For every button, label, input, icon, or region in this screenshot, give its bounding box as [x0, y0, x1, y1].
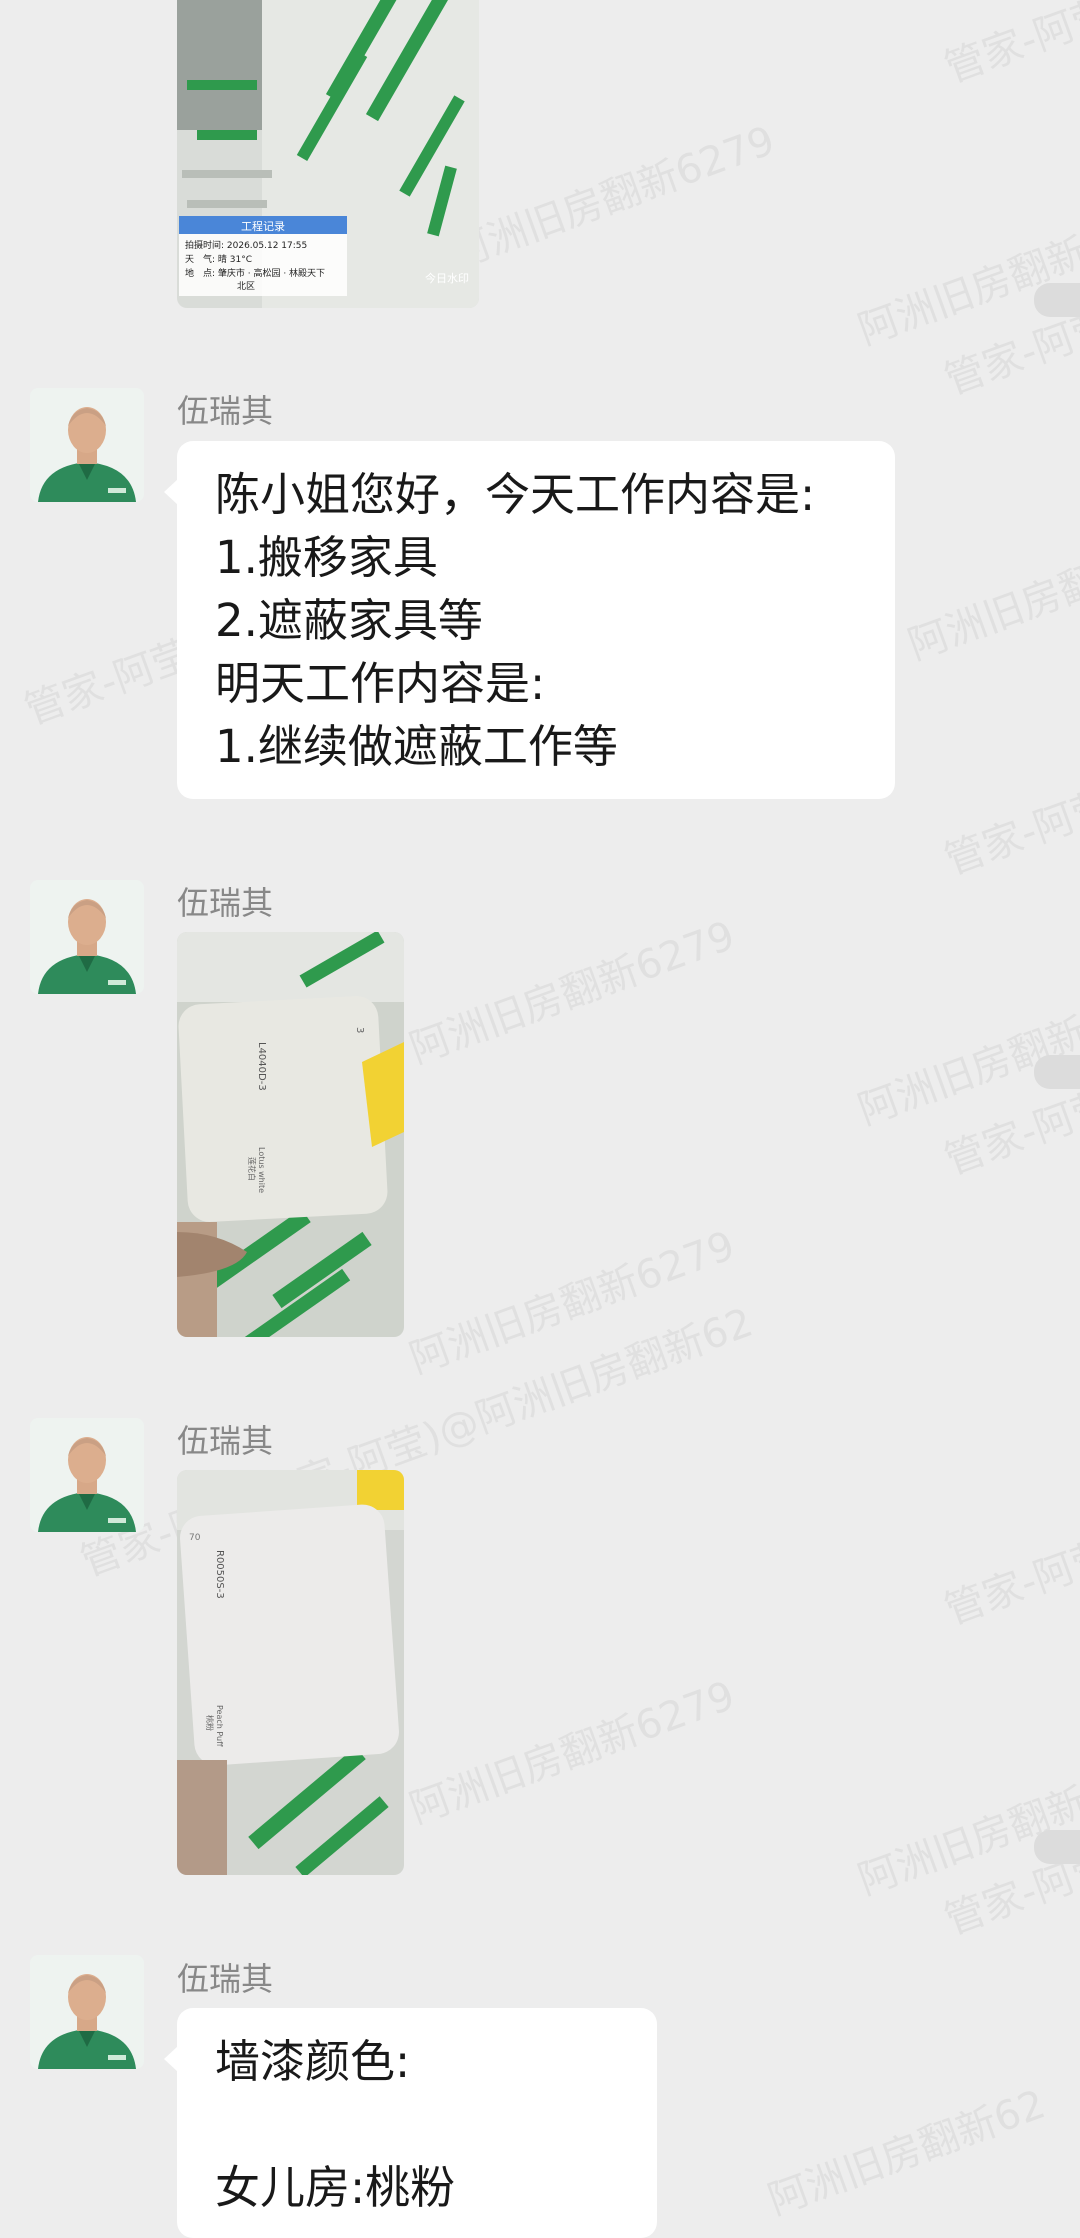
message-line: 2.遮蔽家具等 [215, 594, 483, 647]
swatch-code: L4040D-3 [256, 1042, 267, 1091]
sender-name: 伍瑞其 [177, 1422, 274, 1460]
message-line: 陈小姐您好，今天工作内容是: [215, 468, 816, 521]
swatch-name-cn: 莲花白 [247, 1157, 257, 1181]
chat-photo[interactable]: L4040D-3 Lotus white 莲花白 3 [177, 932, 404, 1337]
watermark-text: 阿洲旧房翻新62 [762, 2081, 1052, 2225]
swatch-name-cn: 桃粉 [205, 1715, 215, 1731]
message-line: 明天工作内容是: [215, 657, 546, 710]
swatch-name-en: Lotus white [257, 1147, 266, 1193]
watermark-text: 阿洲旧房翻新62 [902, 526, 1080, 670]
chat-photo[interactable]: 工程记录 拍摄时间: 2026.05.12 17:55 天 气: 晴 31°C … [177, 0, 479, 308]
photo-overlay-title: 工程记录 [241, 220, 285, 233]
watermark-text: 管家-阿莹 [938, 0, 1080, 93]
watermark-text: 管家-阿莹 [18, 631, 199, 735]
photo-overlay-location: 地 点: 肇庆市 · 高松园 · 林殿天下 [185, 267, 325, 279]
watermark-text: 阿洲旧房翻新62 [852, 211, 1080, 355]
sender-name: 伍瑞其 [177, 1960, 274, 1998]
watermark-text: 管家-阿莹 [938, 1081, 1080, 1185]
avatar[interactable] [30, 880, 144, 994]
watermark-text: 管家-阿莹(管家-阿莹)@阿洲旧房翻新62 [74, 1299, 759, 1586]
photo-overlay-location2: 北区 [237, 281, 255, 292]
swatch-name-en: Peach Puff [215, 1705, 224, 1747]
avatar[interactable] [30, 1418, 144, 1532]
text-message-bubble[interactable]: 墙漆颜色: 女儿房:桃粉 [164, 2008, 657, 2238]
swatch-code: R0050S-3 [214, 1550, 225, 1599]
watermark-text: 阿洲旧房翻新6279 [403, 1672, 741, 1833]
swatch-number: 3 [354, 1027, 365, 1033]
avatar[interactable] [30, 1955, 144, 2069]
watermark-text: 阿洲旧房翻新62 [852, 1761, 1080, 1905]
message-line: 女儿房:桃粉 [215, 2161, 456, 2214]
message-line: 1.搬移家具 [215, 531, 438, 584]
watermark-text: 阿洲旧房翻新6279 [443, 117, 781, 278]
swatch-number: 70 [189, 1533, 201, 1543]
message-line: 墙漆颜色: [215, 2035, 411, 2088]
photo-watermark-app: 今日水印 [425, 271, 469, 285]
avatar[interactable] [30, 388, 144, 502]
text-message-bubble[interactable]: 陈小姐您好，今天工作内容是: 1.搬移家具 2.遮蔽家具等 明天工作内容是: 1… [164, 441, 895, 799]
sender-name: 伍瑞其 [177, 884, 274, 922]
watermark-text: 管家-阿莹 [938, 781, 1080, 885]
watermark-text: 阿洲旧房翻新6279 [403, 1222, 741, 1383]
message-line [215, 2093, 619, 2156]
photo-overlay-time: 拍摄时间: 2026.05.12 17:55 [185, 239, 307, 251]
message-line: 1.继续做遮蔽工作等 [215, 720, 618, 773]
sender-name: 伍瑞其 [177, 392, 274, 430]
edge-pill [1034, 1055, 1080, 1089]
edge-pill [1034, 283, 1080, 317]
watermark-text: 管家-阿莹 [938, 1531, 1080, 1635]
photo-overlay-weather: 天 气: 晴 31°C [185, 253, 252, 265]
watermark-text: 阿洲旧房翻新6279 [403, 912, 741, 1073]
chat-photo[interactable]: 70 R0050S-3 Peach Puff 桃粉 [177, 1470, 404, 1875]
edge-pill [1034, 1830, 1080, 1864]
